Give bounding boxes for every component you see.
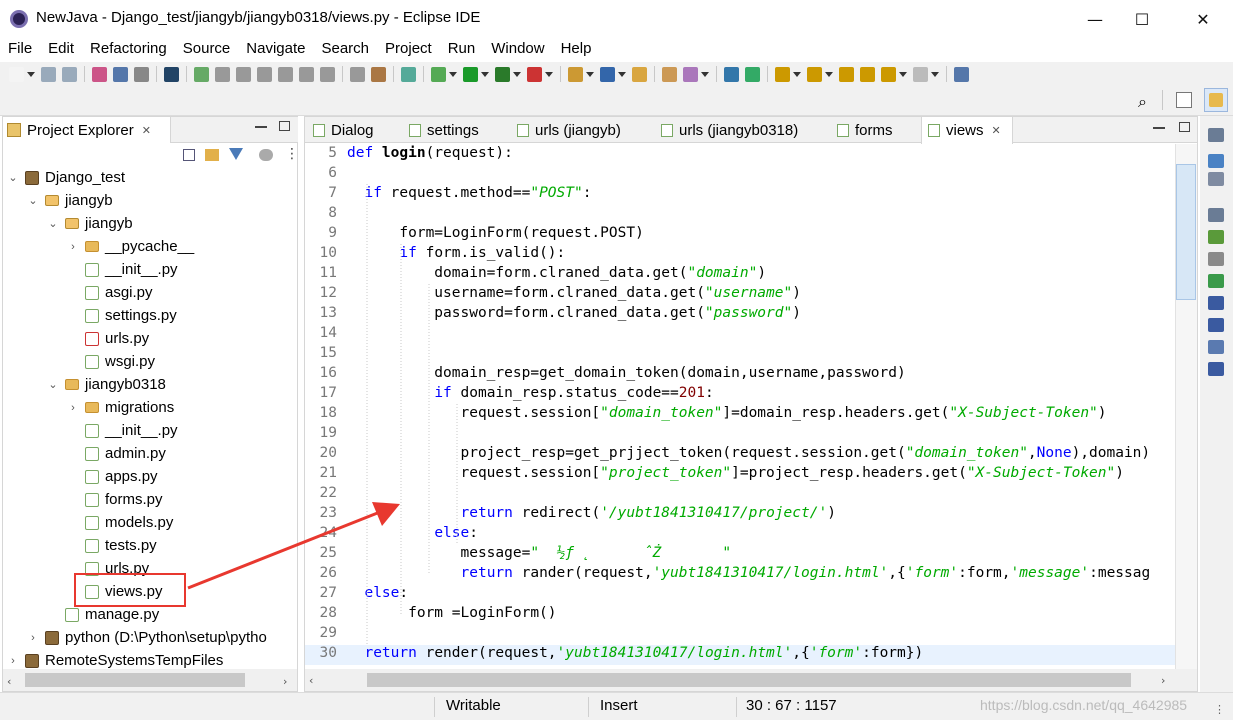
annotation-arrow — [187, 502, 400, 590]
